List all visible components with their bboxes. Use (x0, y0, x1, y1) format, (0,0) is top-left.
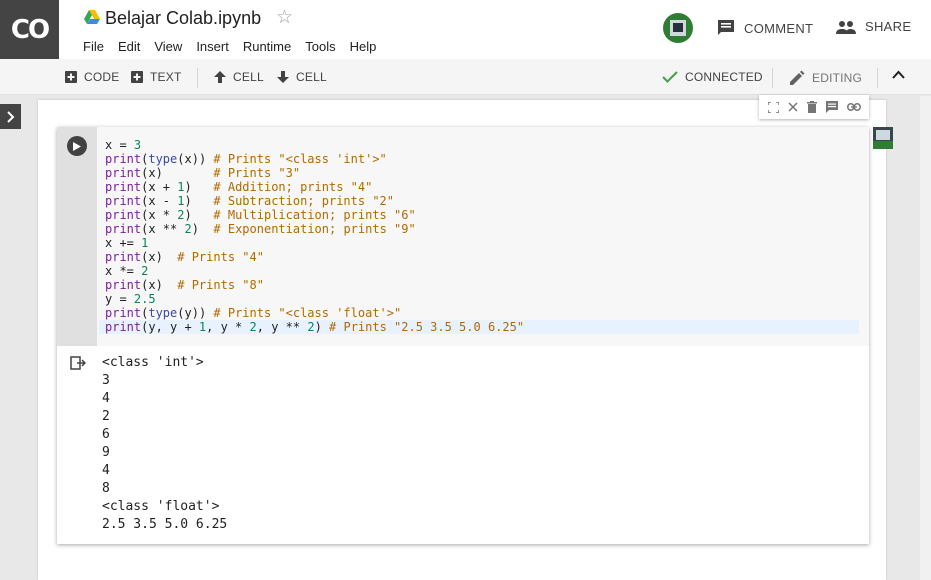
toolbar-divider (197, 68, 198, 88)
output-line: 8 (102, 481, 110, 496)
output-line: <class 'int'> (102, 355, 204, 370)
expand-icon[interactable] (767, 101, 779, 113)
scrollbar[interactable] (920, 96, 931, 580)
output-line: 6 (102, 427, 110, 442)
colab-logo[interactable]: CO (0, 0, 59, 59)
output-icon[interactable] (70, 356, 86, 370)
output-line: 2.5 3.5 5.0 6.25 (102, 517, 228, 532)
code-line: print(x) # Prints "8" (105, 278, 264, 292)
add-code-label: CODE (84, 70, 120, 84)
editing-mode-button[interactable]: EDITING (790, 70, 862, 85)
toolbar-divider (877, 68, 878, 88)
drive-icon[interactable] (84, 10, 100, 24)
cell-up-label: CELL (233, 70, 264, 84)
code-line: print(x) # Prints "4" (105, 250, 264, 264)
close-icon[interactable] (787, 102, 798, 112)
add-code-button[interactable]: CODE (65, 70, 119, 84)
menu-tools[interactable]: Tools (305, 39, 335, 54)
code-line: print(x ** 2) # Exponentiation; prints "… (105, 222, 416, 236)
menu-runtime[interactable]: Runtime (243, 39, 291, 54)
collapse-header-button[interactable] (892, 70, 912, 79)
check-icon (662, 71, 678, 83)
run-cell-button[interactable] (67, 136, 87, 156)
move-cell-up-button[interactable]: CELL (214, 70, 264, 84)
code-line: x = 3 (105, 138, 142, 152)
plus-icon (65, 71, 77, 83)
toolbar-divider (772, 68, 773, 88)
account-avatar[interactable] (663, 13, 693, 43)
cell-down-label: CELL (296, 70, 327, 84)
code-line: print(x + 1) # Addition; prints "4" (105, 180, 373, 194)
arrow-up-icon (214, 71, 226, 83)
run-play-icon (73, 141, 81, 151)
comment-icon[interactable] (825, 101, 838, 113)
add-text-button[interactable]: TEXT (131, 70, 181, 84)
add-text-label: TEXT (150, 70, 182, 84)
code-line: x *= 2 (105, 264, 149, 278)
menu-help[interactable]: Help (350, 39, 377, 54)
collaborator-avatar[interactable] (873, 127, 893, 149)
status-label: CONNECTED (685, 70, 763, 84)
output-line: 2 (102, 409, 110, 424)
star-icon[interactable]: ☆ (276, 6, 293, 29)
output-line: 9 (102, 445, 110, 460)
output-line: 4 (102, 391, 110, 406)
code-line: print(x) # Prints "3" (105, 166, 301, 180)
output-line: 4 (102, 463, 110, 478)
notebook-title[interactable]: Belajar Colab.ipynb (105, 8, 261, 29)
runtime-status[interactable]: CONNECTED (662, 70, 763, 84)
notebook-toolbar: CODE TEXT CELL CELL CONNECTED EDITING (0, 59, 931, 95)
share-button[interactable]: SHARE (836, 19, 911, 34)
arrow-down-icon (277, 71, 289, 83)
code-line: print(type(x)) # Prints "<class 'int'>" (105, 152, 387, 166)
code-editor[interactable]: x = 3 print(type(x)) # Prints "<class 'i… (97, 127, 869, 346)
cell-toolbar (759, 95, 869, 119)
code-line: y = 2.5 (105, 292, 156, 306)
code-cell[interactable]: x = 3 print(type(x)) # Prints "<class 'i… (57, 127, 869, 544)
comment-button[interactable]: COMMENT (717, 19, 813, 37)
output-line: 3 (102, 373, 110, 388)
output-line: <class 'float'> (102, 499, 220, 514)
link-icon[interactable] (846, 103, 861, 111)
code-line: print(type(y)) # Prints "<class 'float'>… (105, 306, 402, 320)
delete-icon[interactable] (806, 101, 817, 113)
share-label: SHARE (865, 19, 912, 34)
share-people-icon (836, 20, 856, 34)
code-line: print(y, y + 1, y * 2, y ** 2) # Prints … (105, 320, 525, 334)
plus-icon (131, 71, 143, 83)
cell-gutter (57, 127, 97, 346)
chevron-right-icon (6, 110, 14, 123)
move-cell-down-button[interactable]: CELL (277, 70, 327, 84)
code-line: x += 1 (105, 236, 149, 250)
code-line: print(x - 1) # Subtraction; prints "2" (105, 194, 395, 208)
code-line: print(x * 2) # Multiplication; prints "6… (105, 208, 416, 222)
pencil-icon (790, 70, 805, 85)
sidebar-toggle[interactable] (0, 104, 21, 129)
code-text: x = 3 print(type(x)) # Prints "<class 'i… (105, 138, 524, 334)
cell-output: <class 'int'> 3 4 2 6 9 4 8 <class 'float'> 2.5 3… (102, 354, 227, 534)
menu-edit[interactable]: Edit (118, 39, 140, 54)
menu-view[interactable]: View (154, 39, 182, 54)
menu-file[interactable]: File (83, 39, 104, 54)
menu-insert[interactable]: Insert (196, 39, 229, 54)
comment-label: COMMENT (744, 20, 814, 36)
app-header: CO Belajar Colab.ipynb ☆ File Edit View … (0, 0, 931, 59)
menu-bar: File Edit View Insert Runtime Tools Help (83, 39, 390, 54)
chevron-up-icon (892, 70, 905, 79)
comment-icon (718, 20, 734, 35)
mode-label: EDITING (812, 70, 863, 85)
